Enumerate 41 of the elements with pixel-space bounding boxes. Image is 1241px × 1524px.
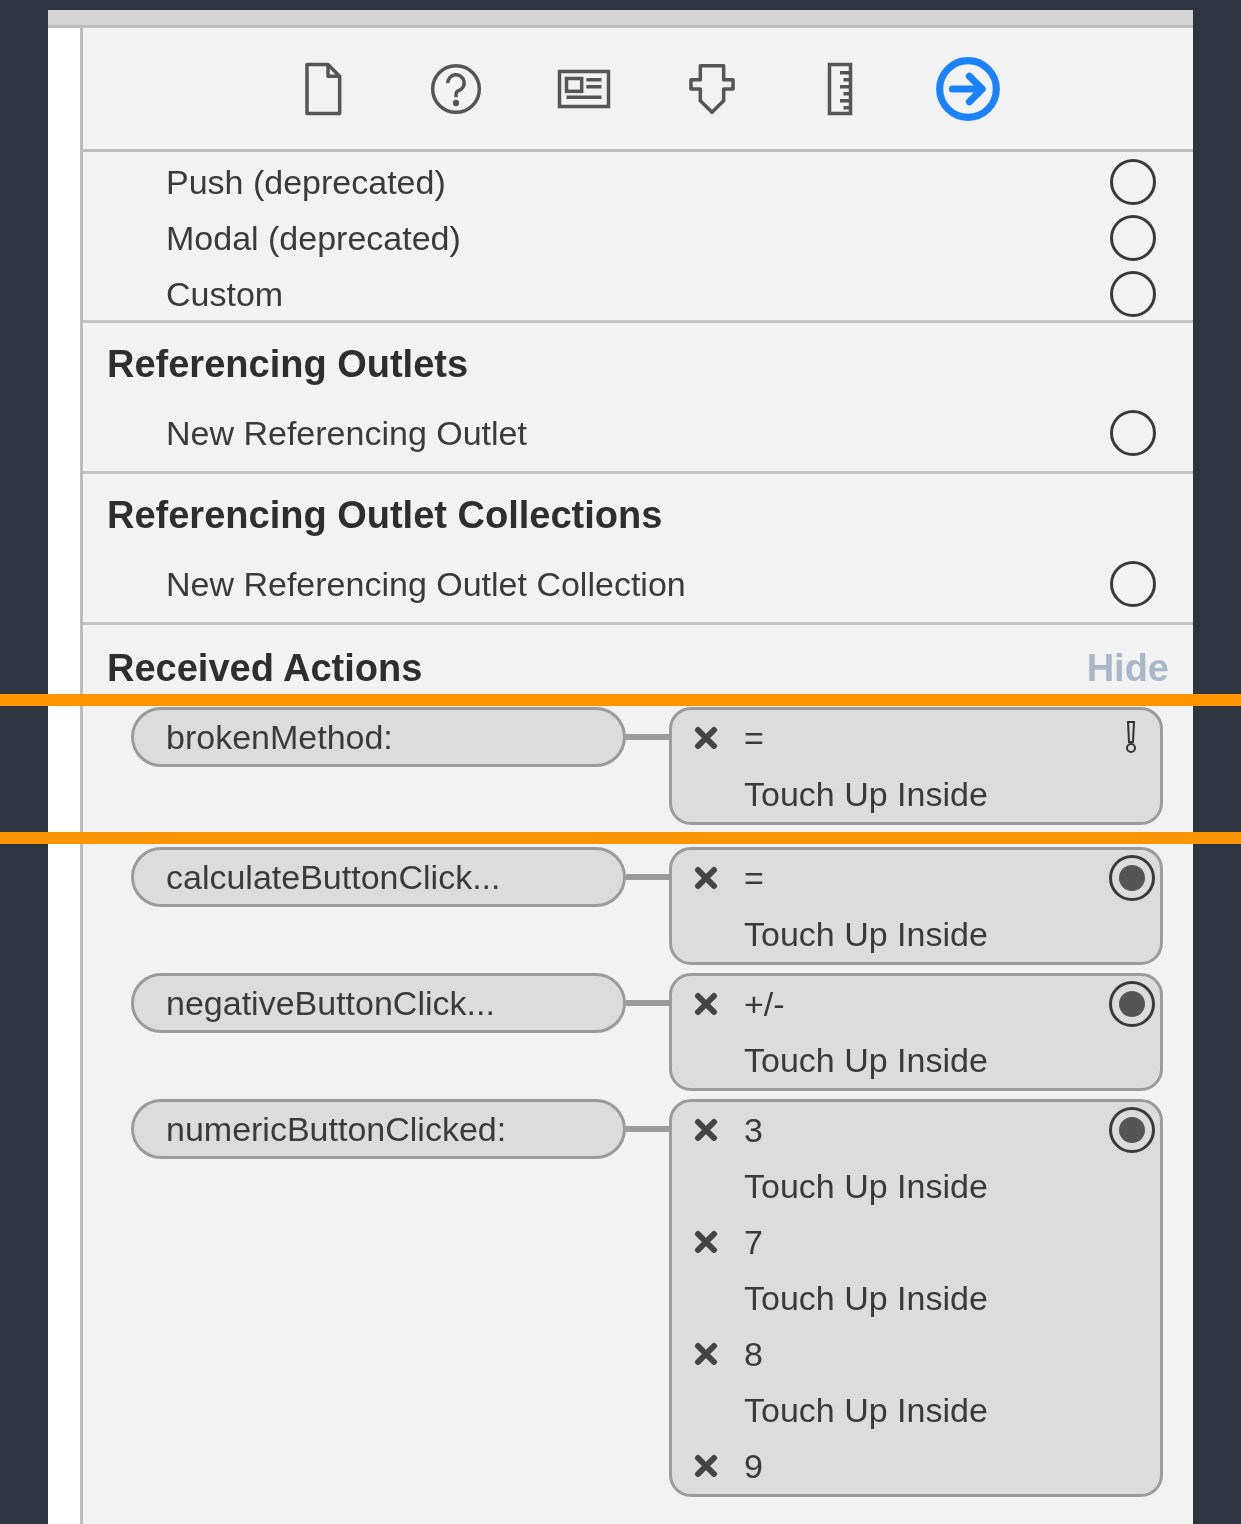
remove-x-icon[interactable] <box>694 1454 718 1478</box>
sender-label: 8 <box>744 1333 763 1375</box>
event-label: Touch Up Inside <box>744 913 988 955</box>
arrow-circle-icon <box>934 54 1002 123</box>
connection-label: New Referencing Outlet <box>166 412 527 454</box>
action-method-pill[interactable]: negativeButtonClick... <box>131 973 626 1033</box>
event-label: Touch Up Inside <box>744 1039 988 1081</box>
empty-radio-icon[interactable] <box>1109 270 1157 318</box>
event-label: Touch Up Inside <box>744 773 988 815</box>
action-method-pill[interactable]: calculateButtonClick... <box>131 847 626 907</box>
sender-label: 7 <box>744 1221 763 1263</box>
remove-x-icon[interactable] <box>694 726 718 750</box>
event-label: Touch Up Inside <box>744 1389 988 1431</box>
remove-x-icon[interactable] <box>694 1118 718 1142</box>
section-heading: Referencing Outlets <box>107 342 469 387</box>
remove-x-icon[interactable] <box>694 1342 718 1366</box>
connection-label: New Referencing Outlet Collection <box>166 563 686 605</box>
empty-radio-icon[interactable] <box>1109 409 1157 457</box>
connected-radio-icon[interactable] <box>1108 854 1156 902</box>
sender-label: +/- <box>744 983 785 1025</box>
sender-label: 9 <box>744 1445 763 1487</box>
sender-label: = <box>744 717 764 759</box>
connected-radio-icon[interactable] <box>1108 1106 1156 1154</box>
remove-x-icon[interactable] <box>694 866 718 890</box>
event-label: Touch Up Inside <box>744 1165 988 1207</box>
section-heading: Referencing Outlet Collections <box>107 493 663 538</box>
action-method-pill[interactable]: brokenMethod: <box>131 707 626 767</box>
action-method-pill[interactable]: numericButtonClicked: <box>131 1099 626 1159</box>
connection-label: Custom <box>166 273 284 315</box>
empty-radio-icon[interactable] <box>1109 214 1157 262</box>
connection-label: Push (deprecated) <box>166 161 446 203</box>
section-heading: Received Actions <box>107 649 423 687</box>
empty-radio-icon[interactable] <box>1109 560 1157 608</box>
connection-label: Modal (deprecated) <box>166 217 461 259</box>
connected-radio-icon[interactable] <box>1108 980 1156 1028</box>
sender-label: = <box>744 857 764 899</box>
remove-x-icon[interactable] <box>694 1230 718 1254</box>
sender-label: 3 <box>744 1109 763 1151</box>
event-label: Touch Up Inside <box>744 1277 988 1319</box>
empty-radio-icon[interactable] <box>1109 158 1157 206</box>
remove-x-icon[interactable] <box>694 992 718 1016</box>
